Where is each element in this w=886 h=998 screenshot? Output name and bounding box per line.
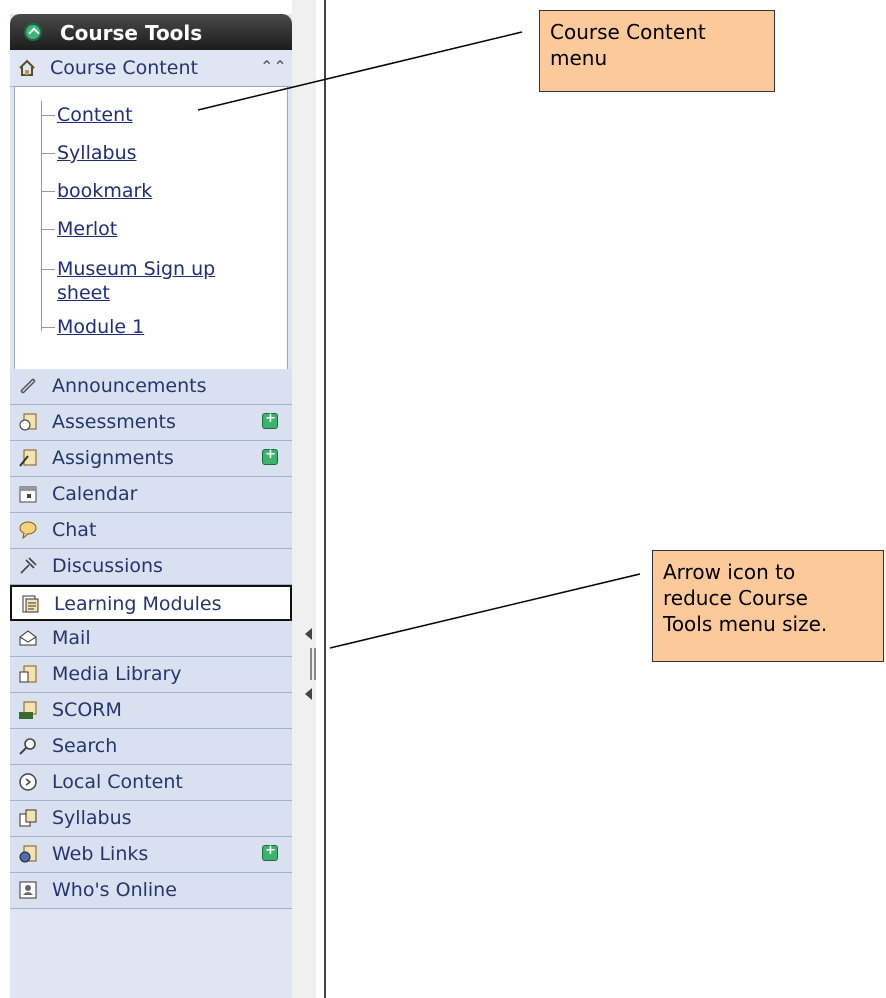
- arrow-icon-callout: Arrow icon to reduce Course Tools menu s…: [652, 550, 884, 662]
- callout-lines: [197, 31, 641, 649]
- callout-text-line: Tools menu size.: [663, 612, 828, 636]
- course-content-callout: Course Content menu: [539, 10, 775, 92]
- callout-text-line: reduce Course: [663, 586, 808, 610]
- callout-text-line: Arrow icon to: [663, 560, 796, 584]
- callout-text-line: Course Content: [550, 20, 706, 44]
- callout-text-line: menu: [550, 46, 608, 70]
